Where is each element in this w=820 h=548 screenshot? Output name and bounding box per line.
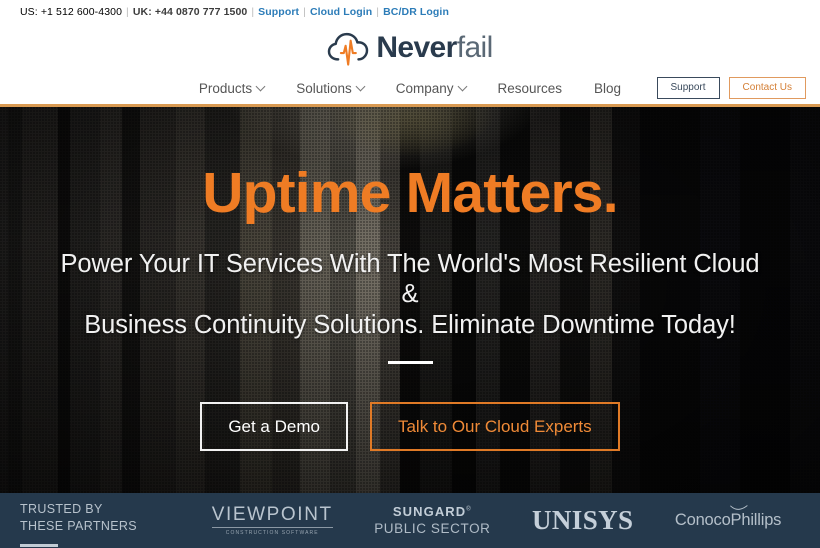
nav-label: Blog [594,80,622,96]
partner-logo-tagline: PUBLIC SECTOR [374,521,491,537]
nav-item-resources[interactable]: Resources [498,81,563,96]
hero-divider [387,361,433,365]
chevron-down-icon [457,81,467,91]
nav-item-solutions[interactable]: Solutions [296,80,366,96]
get-a-demo-button[interactable]: Get a Demo [200,402,348,452]
partner-logo-name: VIEWPOINT [211,504,333,526]
chevron-down-icon [255,81,266,91]
cloud-pulse-icon [328,32,369,66]
main-navigation: Products Solutions Company Resources Blo… [0,72,820,107]
partners-bar: TRUSTED BY THESE PARTNERS VIEWPOINT CONS… [0,493,820,548]
hero-section: Uptime Matters. Power Your IT Services W… [0,107,820,493]
brand-name-light: fail [456,31,494,64]
hero-subheadline-line2: Business Continuity Solutions. Eliminate… [84,310,736,339]
separator: | [303,6,306,18]
partner-logo-tagline: CONSTRUCTION SOFTWARE [211,527,333,536]
partners-heading-line2: THESE PARTNERS [20,518,137,533]
logo-area: Neverfail [0,24,820,72]
nav-item-blog[interactable]: Blog [594,81,621,96]
brand-logo[interactable]: Neverfail [327,30,494,66]
partners-heading-line1: TRUSTED BY [20,502,103,516]
brand-wordmark: Neverfail [376,31,494,64]
hero-subheadline-line1: Power Your IT Services With The World's … [60,250,760,309]
partners-heading: TRUSTED BY THESE PARTNERS [20,501,137,547]
partner-logo-list: VIEWPOINT CONSTRUCTION SOFTWARE SUNGARD®… [137,505,820,536]
brand-name-bold: Never [376,31,457,64]
phone-uk: UK: +44 0870 777 1500 [132,6,248,18]
contact-us-button[interactable]: Contact Us [728,77,806,99]
separator: | [376,6,380,18]
hero-content: Uptime Matters. Power Your IT Services W… [0,107,820,493]
nav-label: Products [198,80,253,96]
partner-logo-name: UNISYS [531,505,634,535]
hero-subheadline: Power Your IT Services With The World's … [60,249,760,340]
nav-item-company[interactable]: Company [395,80,467,96]
page-root: US: +1 512 600-4300 | UK: +44 0870 777 1… [0,0,820,548]
partner-logo-viewpoint[interactable]: VIEWPOINT CONSTRUCTION SOFTWARE [211,504,333,536]
nav-label: Company [395,80,454,96]
utility-bar: US: +1 512 600-4300 | UK: +44 0870 777 1… [0,0,820,24]
utility-link-support[interactable]: Support [258,6,299,18]
separator: | [251,6,255,18]
utility-link-bcdr-login[interactable]: BC/DR Login [383,6,449,18]
swoosh-icon [730,505,748,511]
partner-logo-sungard[interactable]: SUNGARD® PUBLIC SECTOR [374,505,490,536]
separator: | [126,6,129,18]
partner-logo-name: SUNGARD® [392,504,472,520]
talk-to-cloud-experts-button[interactable]: Talk to Our Cloud Experts [369,402,620,452]
nav-item-products[interactable]: Products [198,80,266,96]
hero-headline: Uptime Matters. [202,161,618,225]
partner-logo-unisys[interactable]: UNISYS [532,507,633,534]
nav-label: Resources [497,80,563,96]
phone-us: US: +1 512 600-4300 [20,6,123,18]
partner-logo-conocophillips[interactable]: ConocoPhillips [674,505,782,530]
nav-action-buttons: Support Contact Us [656,77,806,99]
chevron-down-icon [355,81,366,91]
hero-cta-group: Get a Demo Talk to Our Cloud Experts [200,402,620,452]
nav-item-list: Products Solutions Company Resources Blo… [199,81,621,96]
support-button[interactable]: Support [656,77,720,99]
nav-label: Solutions [296,80,352,96]
partner-logo-name: ConocoPhillips [674,511,782,530]
utility-link-cloud-login[interactable]: Cloud Login [310,6,372,18]
